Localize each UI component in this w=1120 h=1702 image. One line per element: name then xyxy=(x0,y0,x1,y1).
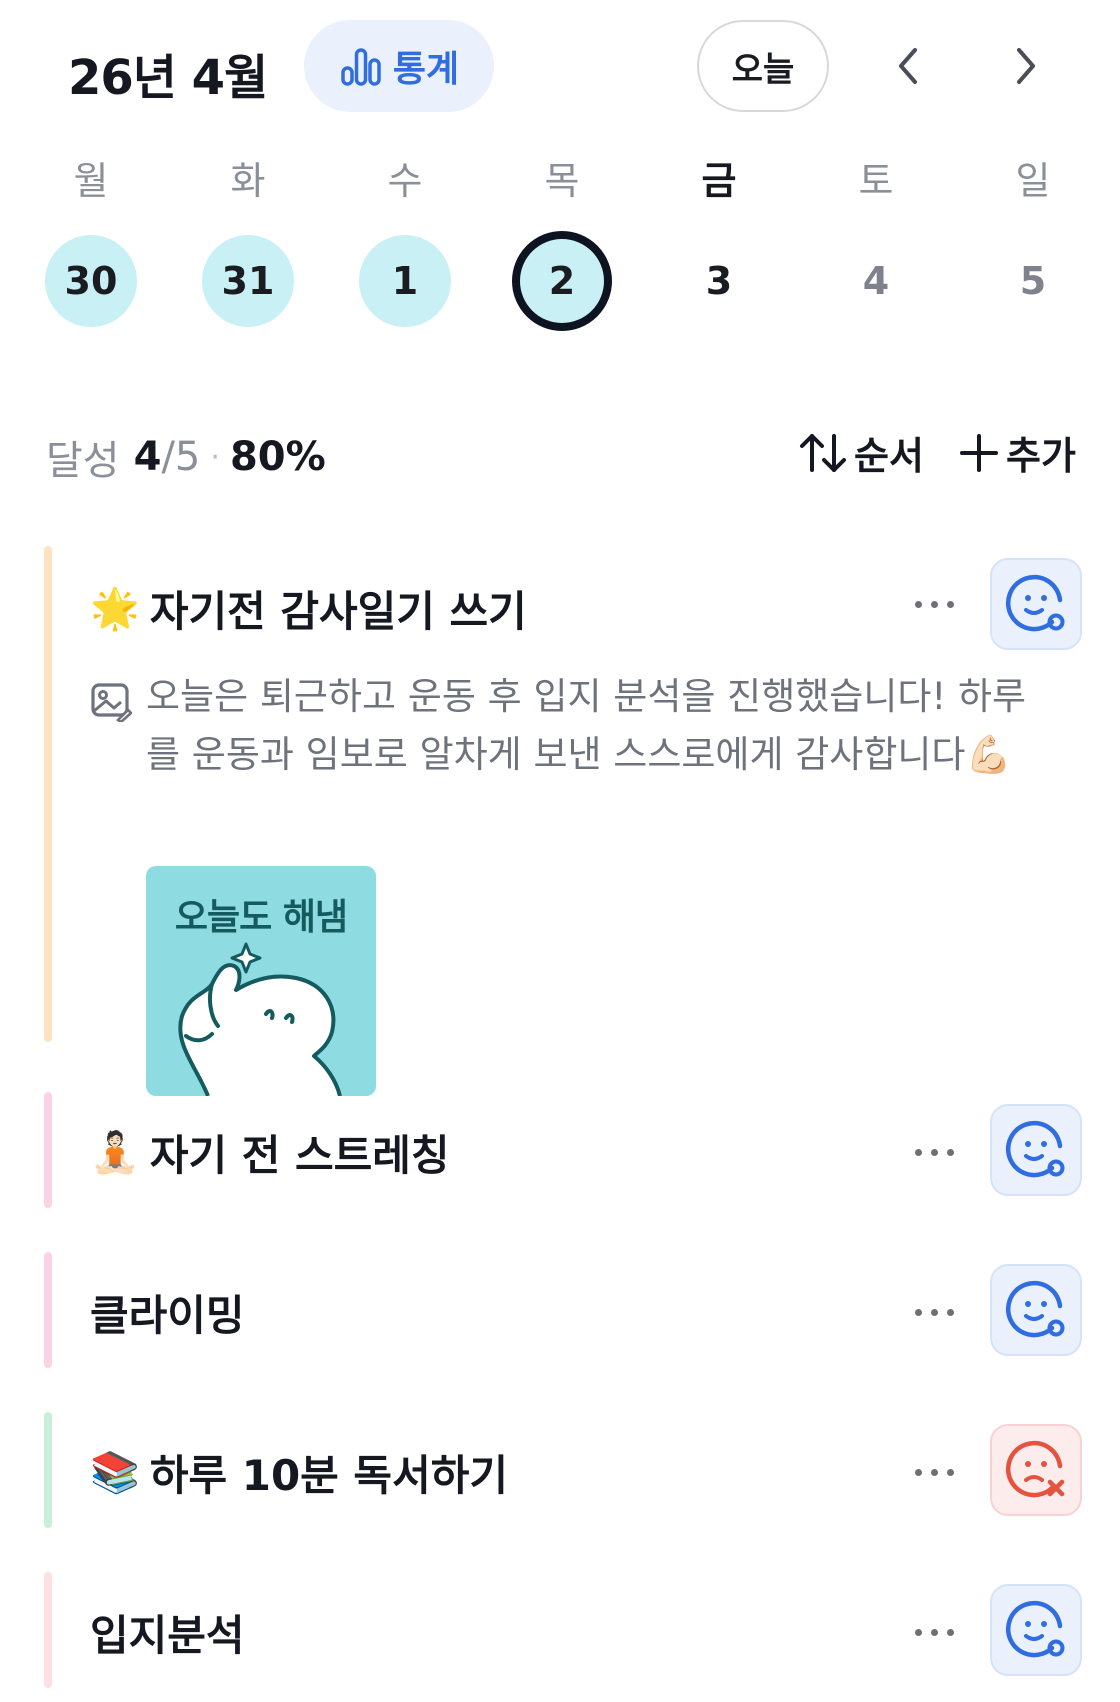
habit-item[interactable]: 🌟 자기전 감사일기 쓰기 오늘은 퇴근하고 운동 후 입지 분석을 진행했습니… xyxy=(44,546,1084,1096)
habit-title: 클라이밍 xyxy=(90,1282,245,1343)
habit-item[interactable]: 📚 하루 10분 독서하기 xyxy=(44,1412,1084,1528)
add-habit-button[interactable]: 추가 xyxy=(958,425,1076,480)
habit-note-text: 오늘은 퇴근하고 운동 후 입지 분석을 진행했습니다! 하루를 운동과 임보로… xyxy=(146,675,1027,776)
habit-color-bar xyxy=(44,546,52,1042)
habit-color-bar xyxy=(44,1252,52,1368)
weekday-label-today: 금 xyxy=(701,159,737,203)
separator-dot: · xyxy=(210,439,220,475)
date-cell[interactable]: 30 xyxy=(45,235,137,327)
date-cell[interactable]: 1 xyxy=(359,235,451,327)
habit-title-text: 입지분석 xyxy=(90,1611,245,1660)
habit-item[interactable]: 입지분석 xyxy=(44,1572,1084,1688)
date-cell[interactable]: 5 xyxy=(987,235,1079,327)
habit-title-text: 자기전 감사일기 쓰기 xyxy=(149,587,527,636)
habit-title-text: 하루 10분 독서하기 xyxy=(149,1451,508,1500)
bar-chart-icon xyxy=(341,48,381,86)
date-cell-selected[interactable]: 2 xyxy=(512,231,612,331)
summary-count: 4 xyxy=(133,434,162,480)
habit-emoji: 🧘🏻 xyxy=(90,1129,140,1176)
habit-title: 🌟 자기전 감사일기 쓰기 xyxy=(90,578,527,639)
weekday-label: 화 xyxy=(230,159,266,203)
weekday-label: 토 xyxy=(858,159,894,203)
weekday-label: 월 xyxy=(73,159,109,203)
habit-title-text: 클라이밍 xyxy=(90,1291,245,1340)
chevron-right-icon xyxy=(1017,48,1035,84)
calendar-header: 26년 4월 통계 오늘 xyxy=(0,0,1120,135)
chevron-left-icon xyxy=(899,48,917,84)
weekday-label: 일 xyxy=(1015,159,1051,203)
date-row: 30 31 1 2 3 4 5 xyxy=(0,231,1120,335)
photo-note-icon xyxy=(91,683,132,722)
sort-label: 순서 xyxy=(854,434,924,478)
status-done-button[interactable] xyxy=(990,558,1082,650)
add-label: 추가 xyxy=(1006,434,1076,478)
more-options-button[interactable] xyxy=(894,1452,974,1492)
habit-color-bar xyxy=(44,1412,52,1528)
date-cell[interactable]: 31 xyxy=(202,235,294,327)
status-done-button[interactable] xyxy=(990,1264,1082,1356)
status-done-button[interactable] xyxy=(990,1584,1082,1676)
smile-check-icon xyxy=(1005,1280,1065,1338)
habit-emoji: 🌟 xyxy=(90,585,140,632)
month-title: 26년 4월 xyxy=(68,50,268,106)
summary-label: 달성 xyxy=(46,438,120,484)
more-options-button[interactable] xyxy=(894,1132,974,1172)
summary-total: /5 xyxy=(161,434,201,480)
habit-note: 오늘은 퇴근하고 운동 후 입지 분석을 진행했습니다! 하루를 운동과 임보로… xyxy=(90,668,1050,784)
smile-check-icon xyxy=(1005,1600,1065,1658)
prev-week-button[interactable] xyxy=(878,36,938,96)
next-week-button[interactable] xyxy=(996,36,1056,96)
more-options-button[interactable] xyxy=(894,1612,974,1652)
habit-color-bar xyxy=(44,1572,52,1688)
habit-title-text: 자기 전 스트레칭 xyxy=(149,1131,450,1180)
thumbs-up-blob-icon xyxy=(178,942,342,1096)
smile-check-icon xyxy=(1005,574,1065,632)
today-button[interactable]: 오늘 xyxy=(697,20,829,112)
more-options-button[interactable] xyxy=(894,1292,974,1332)
summary-percent: 80% xyxy=(229,434,326,480)
habit-item[interactable]: 🧘🏻 자기 전 스트레칭 xyxy=(44,1092,1084,1208)
stats-label: 통계 xyxy=(392,49,460,90)
habit-title: 📚 하루 10분 독서하기 xyxy=(90,1442,508,1503)
habit-title: 입지분석 xyxy=(90,1602,245,1663)
weekday-label: 수 xyxy=(387,159,423,203)
date-cell[interactable]: 3 xyxy=(673,235,765,327)
sort-arrows-icon xyxy=(800,433,846,472)
stats-button[interactable]: 통계 xyxy=(304,20,494,112)
achievement-summary: 달성 4 /5 · 80% xyxy=(46,428,326,486)
smile-check-icon xyxy=(1005,1120,1065,1178)
sad-x-icon xyxy=(1005,1440,1065,1498)
weekday-label: 목 xyxy=(544,159,580,203)
more-options-button[interactable] xyxy=(894,584,974,624)
habit-title: 🧘🏻 자기 전 스트레칭 xyxy=(90,1122,450,1183)
habit-item[interactable]: 클라이밍 xyxy=(44,1252,1084,1368)
date-cell[interactable]: 4 xyxy=(830,235,922,327)
status-done-button[interactable] xyxy=(990,1104,1082,1196)
status-failed-button[interactable] xyxy=(990,1424,1082,1516)
sticker-image[interactable]: 오늘도 해냄 xyxy=(146,866,376,1096)
plus-icon xyxy=(960,433,998,472)
habit-color-bar xyxy=(44,1092,52,1208)
sort-button[interactable]: 순서 xyxy=(798,425,924,480)
habit-emoji: 📚 xyxy=(90,1449,140,1496)
weekday-row: 월 화 수 목 금 토 일 xyxy=(0,150,1120,210)
